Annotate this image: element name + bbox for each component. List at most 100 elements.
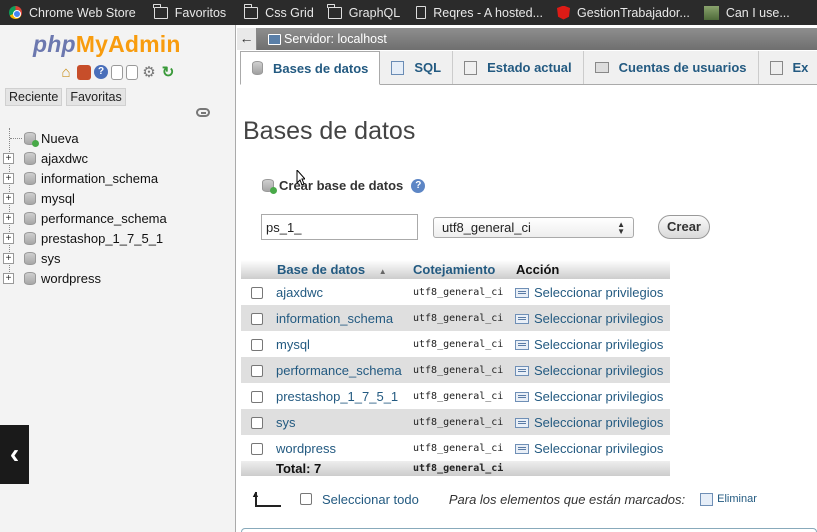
settings-gear-icon[interactable]: ⚙ xyxy=(141,65,157,81)
database-link[interactable]: ajaxdwc xyxy=(273,279,409,305)
create-button[interactable]: Crear xyxy=(658,215,710,239)
bookmark-gestion-trabajador[interactable]: GestionTrabajador... xyxy=(557,5,690,20)
mouse-cursor-icon xyxy=(296,170,305,186)
phpmyadmin-logo[interactable]: phpMyAdmin xyxy=(33,31,181,58)
expand-icon[interactable]: + xyxy=(3,232,14,244)
expand-icon[interactable]: + xyxy=(3,212,14,224)
delete-icon xyxy=(700,492,714,506)
documentation-icon[interactable] xyxy=(111,65,123,80)
database-icon xyxy=(252,61,263,75)
sql-docs-icon[interactable] xyxy=(126,65,138,80)
privileges-icon xyxy=(515,314,529,325)
row-checkbox[interactable] xyxy=(251,313,263,326)
select-all-checkbox[interactable] xyxy=(300,493,312,505)
tab-cuentas-de-usuarios[interactable]: Cuentas de usuarios xyxy=(584,51,759,84)
row-checkbox[interactable] xyxy=(251,365,263,378)
table-row: ajaxdwc utf8_general_ci Seleccionar priv… xyxy=(241,279,670,305)
tree-item-sys[interactable]: + sys xyxy=(0,248,236,268)
database-link[interactable]: information_schema xyxy=(273,305,409,331)
collation-value: utf8_general_ci xyxy=(409,357,512,383)
row-checkbox[interactable] xyxy=(251,417,263,430)
column-database[interactable]: Base de datos ▲ xyxy=(273,260,409,279)
database-link[interactable]: prestashop_1_7_5_1 xyxy=(273,383,409,409)
tree-item-prestashop[interactable]: + prestashop_1_7_5_1 xyxy=(0,228,236,248)
recent-tab[interactable]: Reciente xyxy=(5,88,63,106)
database-icon xyxy=(24,271,36,285)
back-arrow-icon[interactable]: ← xyxy=(237,28,257,50)
tree-item-mysql[interactable]: + mysql xyxy=(0,188,236,208)
expand-icon[interactable]: + xyxy=(3,272,14,284)
bookmark-reqres[interactable]: Reqres - A hosted... xyxy=(416,6,543,20)
privileges-link[interactable]: Seleccionar privilegios xyxy=(512,331,670,357)
tab-estado-actual[interactable]: Estado actual xyxy=(453,51,584,84)
expand-icon[interactable]: + xyxy=(3,152,14,164)
photo-icon xyxy=(703,5,719,20)
table-header: Base de datos ▲ Cotejamiento Acción xyxy=(241,260,670,279)
collation-select[interactable]: utf8_general_ci ▲ ▼ xyxy=(433,217,634,238)
row-checkbox[interactable] xyxy=(251,443,263,456)
create-database-heading[interactable]: Crear base de datos ? xyxy=(262,178,426,194)
database-icon xyxy=(24,211,36,225)
angular-icon xyxy=(557,5,571,20)
tab-exportar[interactable]: Ex xyxy=(759,51,817,84)
row-checkbox[interactable] xyxy=(251,391,263,404)
status-icon xyxy=(464,60,478,75)
tree-item-wordpress[interactable]: + wordpress xyxy=(0,268,236,288)
folder-icon xyxy=(153,3,168,19)
privileges-icon xyxy=(515,392,529,403)
privileges-link[interactable]: Seleccionar privilegios xyxy=(512,383,670,409)
row-checkbox[interactable] xyxy=(251,339,263,352)
database-link[interactable]: sys xyxy=(273,409,409,435)
bookmark-chrome-web-store[interactable]: Chrome Web Store xyxy=(9,6,136,20)
chrome-store-icon xyxy=(9,6,22,19)
tab-sql[interactable]: SQL xyxy=(380,51,454,84)
tree-item-nueva[interactable]: Nueva xyxy=(0,128,236,148)
collapse-panel-button[interactable]: ‹ xyxy=(0,425,29,484)
tree-item-ajaxdwc[interactable]: + ajaxdwc xyxy=(0,148,236,168)
marked-items-label: Para los elementos que están marcados: xyxy=(448,491,686,507)
bookmark-can-i-use[interactable]: Can I use... xyxy=(703,5,790,20)
total-collation: utf8_general_ci xyxy=(409,461,512,476)
server-label[interactable]: Servidor: localhost xyxy=(284,32,387,46)
favorites-tab[interactable]: Favoritas xyxy=(66,88,126,106)
logout-icon[interactable] xyxy=(77,65,91,80)
delete-button[interactable]: Eliminar xyxy=(700,492,757,506)
next-section-frame xyxy=(241,528,817,532)
privileges-link[interactable]: Seleccionar privilegios xyxy=(512,279,670,305)
database-link[interactable]: wordpress xyxy=(273,435,409,461)
database-icon xyxy=(24,251,36,265)
link-icon[interactable] xyxy=(196,108,210,117)
expand-icon[interactable]: + xyxy=(3,252,14,264)
expand-icon[interactable]: + xyxy=(3,172,14,184)
privileges-link[interactable]: Seleccionar privilegios xyxy=(512,409,670,435)
database-link[interactable]: performance_schema xyxy=(273,357,409,383)
database-tree: Nueva + ajaxdwc + information_schema + m… xyxy=(0,128,236,288)
home-icon[interactable]: ⌂ xyxy=(58,65,74,81)
database-link[interactable]: mysql xyxy=(273,331,409,357)
help-icon[interactable]: ? xyxy=(94,65,108,79)
row-checkbox[interactable] xyxy=(251,287,263,300)
expand-icon[interactable]: + xyxy=(3,192,14,204)
privileges-icon xyxy=(515,288,529,299)
database-name-input[interactable] xyxy=(261,214,418,240)
tree-item-performance-schema[interactable]: + performance_schema xyxy=(0,208,236,228)
column-collation[interactable]: Cotejamiento xyxy=(409,260,512,279)
privileges-link[interactable]: Seleccionar privilegios xyxy=(512,357,670,383)
help-icon[interactable]: ? xyxy=(411,178,426,193)
privileges-link[interactable]: Seleccionar privilegios xyxy=(512,305,670,331)
privileges-icon xyxy=(515,340,529,351)
new-database-icon xyxy=(262,179,277,194)
database-icon xyxy=(24,171,36,185)
select-all[interactable]: Seleccionar todo xyxy=(300,492,419,507)
bookmark-graphql[interactable]: GraphQL xyxy=(327,3,400,20)
collation-value: utf8_general_ci xyxy=(409,435,512,461)
tree-item-information-schema[interactable]: + information_schema xyxy=(0,168,236,188)
new-database-icon xyxy=(24,131,39,147)
databases-table: Base de datos ▲ Cotejamiento Acción ajax… xyxy=(241,260,670,476)
privileges-link[interactable]: Seleccionar privilegios xyxy=(512,435,670,461)
quick-links: ⌂ ? ⚙ ↻ xyxy=(58,65,176,81)
bookmark-css-grid[interactable]: Css Grid xyxy=(243,3,314,20)
bookmark-favoritos[interactable]: Favoritos xyxy=(153,3,226,20)
tab-bases-de-datos[interactable]: Bases de datos xyxy=(240,51,381,85)
reload-icon[interactable]: ↻ xyxy=(160,65,176,81)
